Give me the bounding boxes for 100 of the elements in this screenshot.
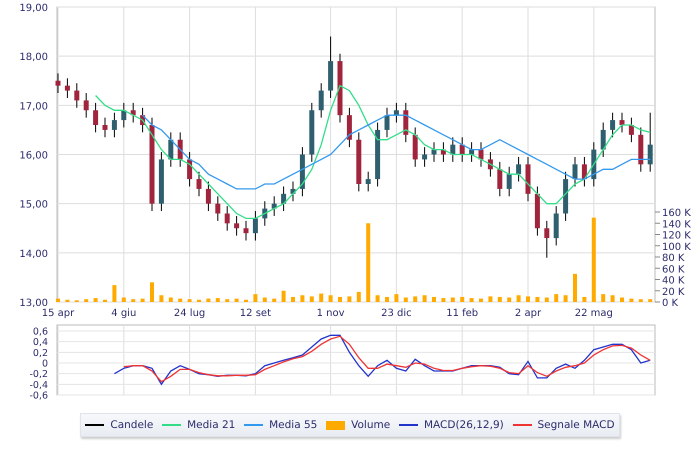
candlestick (610, 112, 616, 138)
candlestick (318, 82, 324, 118)
candlestick (262, 200, 268, 226)
volume-bar (638, 299, 643, 302)
candlestick (272, 196, 277, 216)
volume-bar (422, 295, 427, 302)
axis-label: 16,00 (19, 150, 48, 162)
candlestick (506, 166, 512, 197)
candlestick (234, 215, 240, 236)
candlestick (252, 210, 258, 242)
volume-bar (103, 300, 107, 302)
volume-bar (507, 298, 512, 302)
candlestick (450, 136, 456, 162)
axis-label: -0,6 (29, 390, 48, 400)
axis-label: 80 K (662, 253, 684, 264)
axis-label: 19,00 (19, 3, 48, 14)
axis-label: 24 lug (174, 308, 206, 319)
volume-bar (356, 292, 361, 302)
volume-bar (262, 298, 267, 302)
volume-bar (225, 299, 230, 302)
volume-bar (441, 298, 446, 302)
axis-label: 0,6 (32, 326, 48, 338)
candlestick (121, 102, 126, 128)
axis-label: -0,4 (29, 380, 48, 391)
legend-label: Candele (110, 419, 154, 431)
candlestick (648, 112, 653, 172)
legend-label: Volume (351, 419, 390, 431)
axis-label: 11 feb (446, 308, 478, 319)
volume-bar (554, 294, 558, 302)
volume-bar (573, 274, 577, 302)
candlestick (187, 152, 192, 187)
candlestick (572, 156, 578, 187)
axis-label: 4 giu (111, 308, 136, 319)
candlestick (534, 186, 540, 236)
candlestick (563, 171, 568, 222)
candlestick (412, 126, 418, 168)
volume-bar (404, 298, 408, 302)
candlestick (328, 36, 334, 98)
axis-label: 1 nov (316, 308, 345, 319)
candlestick (544, 220, 550, 258)
volume-bar (526, 296, 530, 302)
axis-label: 17,00 (19, 101, 48, 112)
axis-label: 15 apr (42, 308, 74, 319)
volume-bar (460, 296, 464, 302)
candlestick (74, 82, 80, 108)
candlestick (309, 102, 314, 162)
axis-label: 0,4 (32, 337, 48, 348)
axis-label: 13,00 (19, 298, 48, 309)
volume-bar (629, 298, 634, 302)
volume-bar (234, 298, 239, 302)
axis-label: -0,2 (29, 369, 48, 380)
legend-label: Media 55 (269, 419, 318, 431)
volume-bar (206, 298, 210, 302)
axis-label: 2 apr (514, 308, 542, 319)
axis-label: 22 mag (574, 308, 613, 319)
volume-bar (291, 296, 295, 302)
candlestick (93, 102, 98, 133)
candlestick (554, 206, 559, 246)
volume-bar (601, 294, 606, 302)
candlestick (366, 171, 371, 192)
candlestick (224, 206, 230, 232)
candlestick (375, 122, 380, 187)
volume-bar (319, 294, 324, 302)
candlestick (196, 171, 202, 197)
volume-bar (376, 295, 380, 302)
axis-label: 140 K (662, 219, 691, 230)
candlestick (460, 136, 465, 162)
axis-label: 0 K (662, 298, 678, 309)
candlestick (168, 132, 174, 168)
volume-bar (140, 298, 145, 302)
candlestick (620, 112, 624, 133)
candlestick (206, 181, 211, 212)
candlestick (178, 132, 183, 168)
volume-bar (564, 295, 568, 302)
candlestick (469, 142, 474, 162)
candlestick (338, 53, 342, 124)
volume-bar (498, 296, 502, 302)
volume-bar (253, 294, 258, 302)
candlestick (112, 112, 117, 138)
candlestick (432, 142, 436, 162)
axis-label: 18,00 (19, 52, 48, 64)
candlestick (158, 152, 164, 212)
volume-bar (535, 296, 540, 302)
volume-bar (450, 298, 455, 302)
axis-label: 15,00 (19, 200, 48, 211)
volume-bar (338, 296, 342, 302)
volume-bar (347, 296, 352, 302)
volume-bar (488, 296, 492, 302)
axis-label: 14,00 (19, 248, 48, 260)
volume-bar (159, 295, 164, 302)
candlestick (488, 152, 493, 178)
legend-label: Media 21 (187, 419, 236, 431)
axis-label: 20 K (662, 286, 684, 298)
axis-label: 40 K (662, 276, 684, 286)
volume-bar (385, 296, 389, 302)
legend-label: MACD(26,12,9) (424, 419, 504, 431)
candlestick (346, 107, 352, 148)
axis-label: 12 set (240, 308, 271, 319)
axis-label: 60 K (662, 264, 684, 276)
candlestick (440, 142, 446, 162)
